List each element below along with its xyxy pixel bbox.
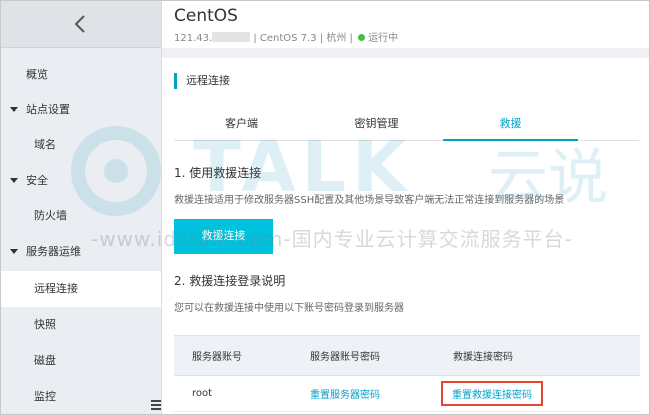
step2-title: 2. 救援连接登录说明 <box>174 274 286 288</box>
sidebar-group-server-ops[interactable]: 服务器运维 <box>1 234 161 270</box>
sidebar-item-label: 安全 <box>26 174 48 187</box>
sidebar-item-snapshot[interactable]: 快照 <box>1 307 161 343</box>
sidebar-item-overview[interactable]: 概览 <box>1 57 161 93</box>
sidebar-group-security[interactable]: 安全 <box>1 163 161 199</box>
sidebar-item-label: 域名 <box>34 138 56 151</box>
table-header-row: 服务器账号 服务器账号密码 救援连接密码 <box>174 335 640 376</box>
sidebar-item-label: 磁盘 <box>34 354 56 367</box>
column-header-server-password: 服务器账号密码 <box>292 335 435 376</box>
column-header-rescue-password: 救援连接密码 <box>435 335 640 376</box>
reset-rescue-password-cell: 重置救援连接密码 <box>435 375 640 412</box>
sidebar-item-domain[interactable]: 域名 <box>1 127 161 163</box>
chevron-left-icon <box>74 15 85 33</box>
sidebar-item-remote-connection[interactable]: 远程连接 <box>1 271 161 307</box>
instance-os-region: | CentOS 7.3 | 杭州 | <box>253 33 353 44</box>
instance-header: CentOS 121.43. | CentOS 7.3 | 杭州 | 运行中 <box>162 1 649 48</box>
step2-description: 您可以在救援连接中使用以下账号密码登录到服务器 <box>174 303 404 314</box>
sidebar-group-site-settings[interactable]: 站点设置 <box>1 92 161 128</box>
rescue-connect-button[interactable]: 救援连接 <box>174 219 273 254</box>
reset-rescue-password-link[interactable]: 重置救援连接密码 <box>452 390 532 401</box>
sidebar-item-firewall[interactable]: 防火墙 <box>1 198 161 234</box>
sidebar-item-label: 快照 <box>34 318 56 331</box>
credentials-table: 服务器账号 服务器账号密码 救援连接密码 root 重置服务器密码 重置救援连接… <box>174 335 640 412</box>
watermark-url: -www.idctalk.com-国内专业云计算交流服务平台- <box>91 227 573 251</box>
sidebar-item-label: 远程连接 <box>34 282 78 295</box>
highlight-box: 重置救援连接密码 <box>441 381 543 406</box>
sidebar-item-label: 监控 <box>34 390 56 403</box>
back-button[interactable] <box>1 1 161 48</box>
sidebar-item-label: 服务器运维 <box>26 245 81 258</box>
tab-key-management[interactable]: 密钥管理 <box>309 107 444 141</box>
header-divider <box>162 48 649 58</box>
sidebar-item-monitor[interactable]: 监控 <box>1 379 161 414</box>
caret-down-icon <box>10 107 18 112</box>
sidebar-item-disk[interactable]: 磁盘 <box>1 343 161 379</box>
reset-server-password-cell: 重置服务器密码 <box>292 375 435 412</box>
sidebar-item-label: 防火墙 <box>34 209 67 222</box>
sidebar: 概览 站点设置 域名 安全 防火墙 服务器运维 远程连接 快照 磁盘 监控 <box>1 1 162 414</box>
tab-rescue[interactable]: 救援 <box>443 107 578 141</box>
account-cell: root <box>174 375 292 412</box>
step1-description: 救援连接适用于修改服务器SSH配置及其他场景导致客户端无法正常连接到服务器的场景 <box>174 195 565 206</box>
sidebar-item-label: 站点设置 <box>26 103 70 116</box>
step1-title: 1. 使用救援连接 <box>174 166 262 180</box>
status-dot-icon <box>358 34 366 41</box>
column-header-account: 服务器账号 <box>174 335 292 376</box>
tab-bar: 客户端 密钥管理 救援 <box>174 107 639 141</box>
section-title: 远程连接 <box>174 73 230 89</box>
instance-title: CentOS <box>174 6 238 26</box>
caret-down-icon <box>10 178 18 183</box>
caret-down-icon <box>10 249 18 254</box>
list-icon[interactable] <box>151 399 161 411</box>
status-badge: 运行中 <box>368 33 399 44</box>
app-window: 概览 站点设置 域名 安全 防火墙 服务器运维 远程连接 快照 磁盘 监控 Ce… <box>0 0 650 415</box>
instance-ip: 121.43. <box>174 33 213 44</box>
instance-meta: 121.43. | CentOS 7.3 | 杭州 | 运行中 <box>174 29 398 44</box>
table-row: root 重置服务器密码 重置救援连接密码 <box>174 375 640 412</box>
ip-redaction <box>212 32 251 42</box>
reset-server-password-link[interactable]: 重置服务器密码 <box>310 390 380 401</box>
tab-client[interactable]: 客户端 <box>174 107 309 141</box>
sidebar-item-label: 概览 <box>26 68 48 81</box>
